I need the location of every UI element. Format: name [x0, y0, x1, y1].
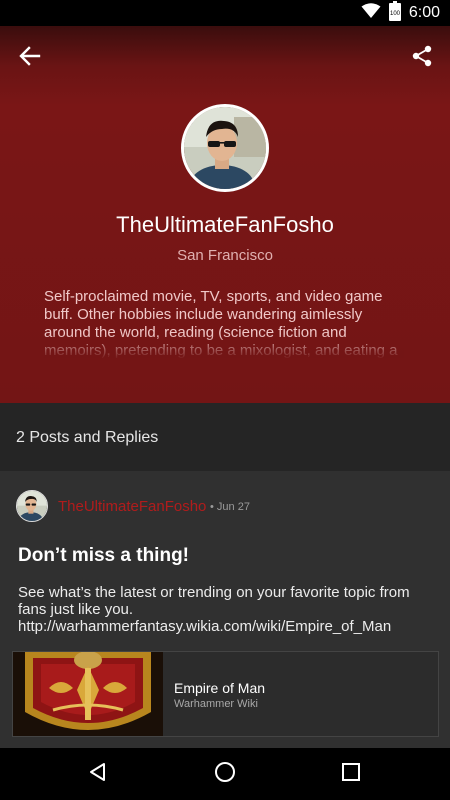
app-bar — [0, 26, 450, 86]
link-source: Warhammer Wiki — [174, 698, 258, 710]
profile-header: TheUltimateFanFosho San Francisco Self-p… — [0, 26, 450, 403]
profile-location: San Francisco — [177, 247, 273, 264]
post-card[interactable]: TheUltimateFanFosho • Jun 27 Don’t miss … — [0, 471, 450, 748]
share-button[interactable] — [406, 42, 438, 74]
post-body: See what’s the latest or trending on you… — [18, 584, 410, 635]
nav-home-button[interactable] — [209, 758, 241, 790]
link-thumbnail — [13, 652, 163, 736]
profile-bio-container: Self-proclaimed movie, TV, sports, and v… — [44, 288, 404, 358]
system-nav-bar — [0, 748, 450, 800]
share-icon — [411, 45, 433, 72]
status-bar: 100 6:00 — [0, 0, 450, 26]
wifi-icon — [361, 2, 381, 24]
back-button[interactable] — [14, 42, 46, 74]
profile-username: TheUltimateFanFosho — [116, 212, 334, 237]
profile-avatar — [181, 104, 269, 192]
nav-back-button[interactable] — [82, 758, 114, 790]
post-title: Don’t miss a thing! — [18, 545, 189, 566]
posts-count-label: 2 Posts and Replies — [16, 429, 159, 446]
post-author-name[interactable]: TheUltimateFanFosho — [58, 498, 206, 515]
link-preview-card[interactable]: Empire of Man Warhammer Wiki — [12, 651, 439, 737]
bio-fade-overlay — [44, 334, 404, 358]
post-author-avatar[interactable] — [16, 490, 48, 522]
battery-icon: 100 — [388, 0, 401, 26]
battery-level: 100 — [390, 11, 401, 17]
posts-count-header: 2 Posts and Replies — [0, 403, 450, 471]
nav-recents-button[interactable] — [335, 758, 367, 790]
home-circle-icon — [214, 761, 236, 788]
back-triangle-icon — [88, 762, 108, 787]
arrow-back-icon — [19, 45, 41, 72]
status-time: 6:00 — [408, 4, 440, 21]
recents-square-icon — [341, 762, 361, 787]
post-date: • Jun 27 — [210, 501, 250, 513]
link-title: Empire of Man — [174, 680, 266, 696]
